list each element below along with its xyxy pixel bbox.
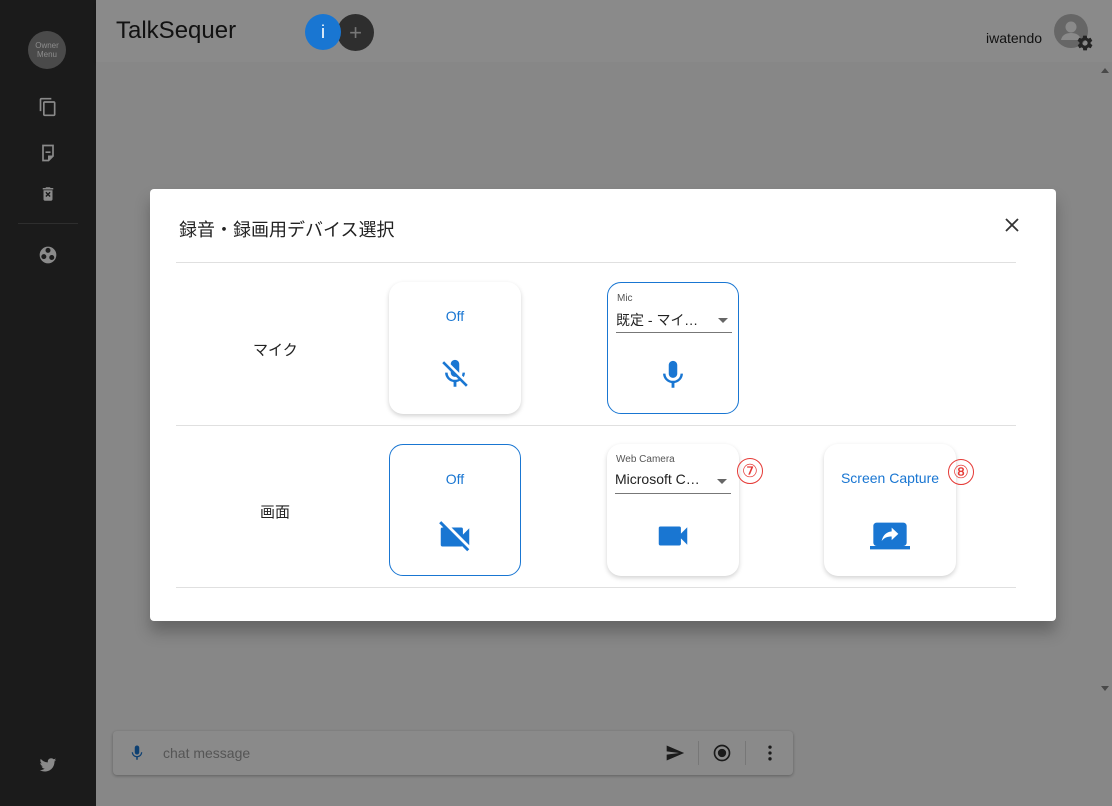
chevron-down-icon xyxy=(717,479,727,484)
mic-row-label: マイク xyxy=(253,342,298,359)
info-button[interactable]: i xyxy=(305,14,341,50)
device-select-dialog: 録音・録画用デバイス選択 マイク Off Mic 既定 - マイク... 画面 … xyxy=(150,189,1056,621)
dialog-title: 録音・録画用デバイス選択 xyxy=(179,220,395,240)
annotation-marker-8: ⑧ xyxy=(948,459,974,485)
camera-off-label: Off xyxy=(445,471,465,487)
screen-share-icon xyxy=(870,516,910,556)
chevron-down-icon xyxy=(718,318,728,323)
annotation-marker-7: ⑦ xyxy=(737,458,763,484)
screen-capture-card[interactable]: Screen Capture xyxy=(824,444,956,576)
mic-off-icon xyxy=(435,354,475,394)
webcam-device-card[interactable]: Web Camera Microsoft Camera xyxy=(607,444,739,576)
mic-select-caption: Mic xyxy=(617,293,633,304)
screen-row-label: 画面 xyxy=(260,504,291,521)
divider xyxy=(176,425,1016,426)
close-icon[interactable] xyxy=(1000,213,1024,237)
videocam-icon xyxy=(653,516,693,556)
videocam-off-icon xyxy=(435,517,475,557)
webcam-select-caption: Web Camera xyxy=(616,454,675,465)
webcam-device-value: Microsoft Camera xyxy=(615,471,705,487)
divider xyxy=(176,587,1016,588)
divider xyxy=(176,262,1016,263)
mic-icon xyxy=(653,355,693,395)
webcam-device-select[interactable]: Microsoft Camera xyxy=(615,471,731,494)
mic-device-value: 既定 - マイク... xyxy=(616,312,706,328)
camera-off-card[interactable]: Off xyxy=(389,444,521,576)
mic-device-select[interactable]: 既定 - マイク... xyxy=(616,310,732,333)
screen-capture-label: Screen Capture xyxy=(840,470,940,486)
mic-device-card[interactable]: Mic 既定 - マイク... xyxy=(607,282,739,414)
mic-off-label: Off xyxy=(445,308,465,324)
mic-off-card[interactable]: Off xyxy=(389,282,521,414)
